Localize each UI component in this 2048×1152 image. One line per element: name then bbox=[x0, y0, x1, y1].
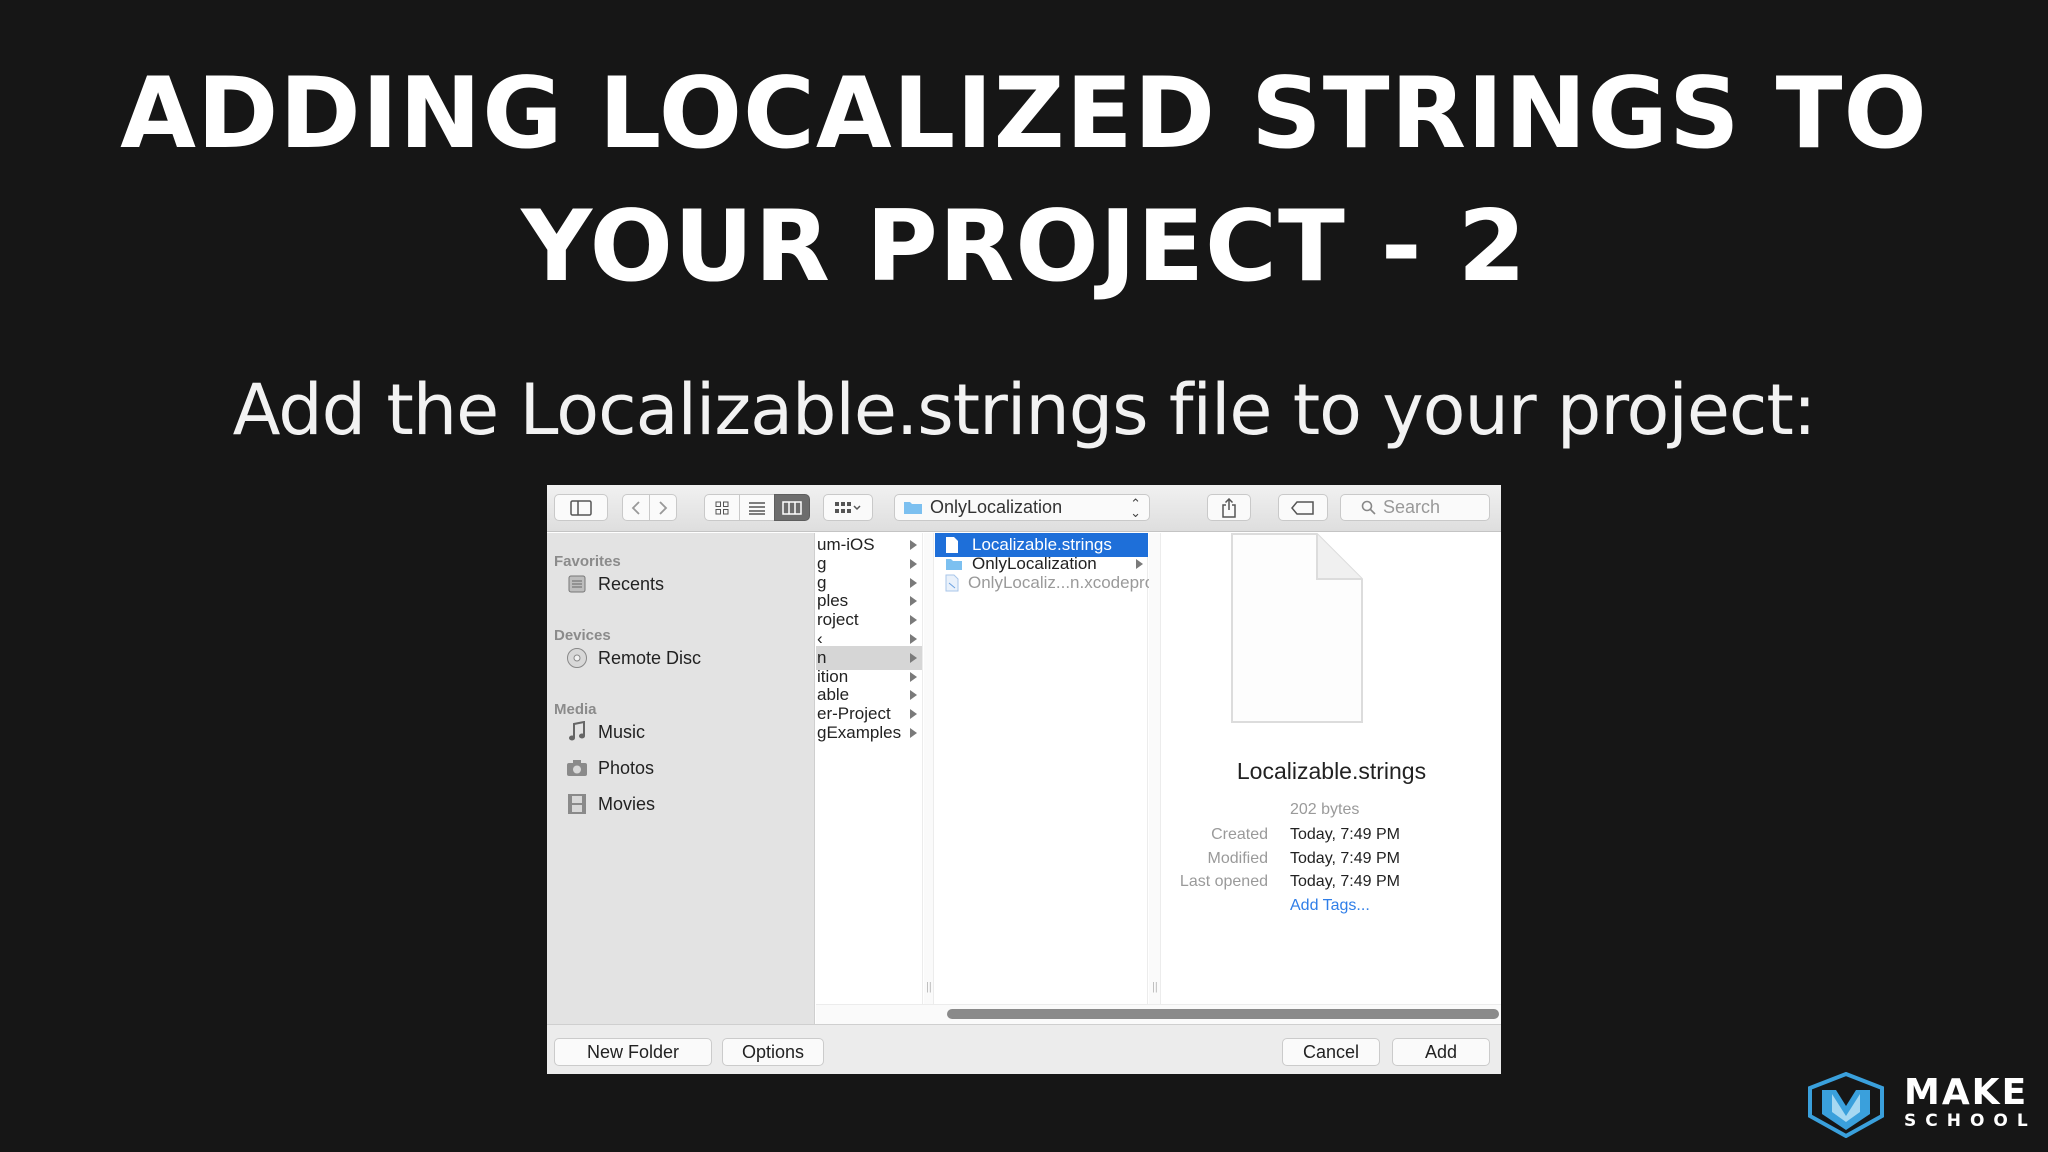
brand-name-line2: SCHOOL bbox=[1904, 1111, 2037, 1131]
disclosure-arrow-icon bbox=[910, 615, 917, 625]
last-opened-label: Last opened bbox=[1179, 873, 1268, 890]
horizontal-scrollbar-thumb[interactable] bbox=[947, 1009, 1499, 1019]
share-icon bbox=[1222, 497, 1236, 518]
sidebar-item-remote-disc[interactable]: Remote Disc bbox=[566, 645, 701, 671]
column-divider[interactable]: || bbox=[1149, 533, 1161, 1023]
disclosure-arrow-icon bbox=[910, 672, 917, 682]
sidebar-item-movies[interactable]: Movies bbox=[566, 791, 655, 817]
forward-button[interactable] bbox=[649, 494, 677, 521]
sidebar-toggle-button[interactable] bbox=[554, 494, 608, 521]
preview-file-size: 202 bytes bbox=[1290, 801, 1360, 818]
cancel-button[interactable]: Cancel bbox=[1282, 1038, 1380, 1066]
brand-name-line1: MAKE bbox=[1904, 1072, 2029, 1113]
share-button[interactable] bbox=[1207, 494, 1251, 521]
list-item[interactable]: OnlyLocaliz...n.xcodeproj bbox=[935, 571, 1158, 595]
sidebar-item-recents[interactable]: Recents bbox=[566, 571, 664, 597]
recents-icon bbox=[566, 573, 588, 595]
xcodeproj-icon bbox=[945, 574, 959, 592]
sidebar-item-label: Movies bbox=[598, 793, 656, 814]
browser-column-1: um-iOS g g ples roject ‹ n ition able er… bbox=[816, 533, 923, 1023]
tags-button[interactable] bbox=[1278, 494, 1328, 521]
group-by-button[interactable] bbox=[823, 494, 873, 521]
disclosure-arrow-icon bbox=[910, 653, 917, 663]
grid-icon bbox=[715, 501, 729, 514]
column-view-button[interactable] bbox=[774, 494, 810, 521]
back-button[interactable] bbox=[622, 494, 650, 521]
music-icon bbox=[566, 721, 588, 743]
list-icon bbox=[749, 501, 765, 515]
slide-title-line2: YOUR PROJECT - 2 bbox=[521, 190, 1527, 304]
last-opened-value: Today, 7:49 PM bbox=[1290, 873, 1400, 890]
open-file-dialog: OnlyLocalization ⌃ ⌄ Search Favorites Rec… bbox=[547, 485, 1501, 1074]
location-popup[interactable]: OnlyLocalization ⌃ ⌄ bbox=[894, 494, 1150, 521]
dialog-toolbar: OnlyLocalization ⌃ ⌄ Search bbox=[547, 485, 1501, 532]
slide-title: ADDING LOCALIZED STRINGS TO YOUR PROJECT… bbox=[0, 48, 2048, 314]
slide-subtitle: Add the Localizable.strings file to your… bbox=[232, 369, 1817, 451]
add-button[interactable]: Add bbox=[1392, 1038, 1490, 1066]
browser-column-2: Localizable.strings OnlyLocalization Onl… bbox=[935, 533, 1158, 1023]
sidebar-item-label: Recents bbox=[598, 573, 665, 594]
document-preview-icon bbox=[1231, 533, 1363, 723]
sidebar-section-favorites: Favorites bbox=[554, 553, 621, 570]
tag-icon bbox=[1291, 500, 1314, 515]
resize-handle-icon: || bbox=[926, 981, 932, 993]
disclosure-arrow-icon bbox=[910, 540, 917, 550]
file-preview-pane: Localizable.strings 202 bytes Created To… bbox=[1162, 533, 1501, 1023]
columns-icon bbox=[782, 500, 802, 515]
disclosure-arrow-icon bbox=[910, 634, 917, 644]
sidebar-item-music[interactable]: Music bbox=[566, 719, 645, 745]
created-label: Created bbox=[1211, 826, 1268, 843]
sidebar-item-label: Photos bbox=[598, 757, 655, 778]
location-label: OnlyLocalization bbox=[930, 497, 1063, 517]
disclosure-arrow-icon bbox=[910, 578, 917, 588]
sidebar-item-label: Music bbox=[598, 721, 646, 742]
new-folder-button[interactable]: New Folder bbox=[554, 1038, 712, 1066]
sidebar-item-label: Remote Disc bbox=[598, 647, 702, 668]
modified-label: Modified bbox=[1207, 850, 1268, 867]
column-divider[interactable]: || bbox=[924, 533, 934, 1023]
modified-value: Today, 7:49 PM bbox=[1290, 850, 1400, 867]
dialog-bottom-bar: New Folder Options Cancel Add bbox=[547, 1024, 1501, 1074]
disc-icon bbox=[566, 647, 588, 669]
chevron-left-icon bbox=[631, 500, 640, 515]
search-placeholder: Search bbox=[1383, 497, 1441, 517]
disclosure-arrow-icon bbox=[910, 709, 917, 719]
sidebar-icon bbox=[570, 499, 592, 516]
disclosure-arrow-icon bbox=[910, 596, 917, 606]
make-school-logo-icon bbox=[1808, 1072, 1884, 1138]
search-icon bbox=[1361, 500, 1376, 515]
disclosure-arrow-icon bbox=[910, 690, 917, 700]
updown-chevron-icon: ⌃ ⌄ bbox=[1130, 496, 1141, 520]
list-item[interactable]: gExamples bbox=[816, 721, 922, 745]
camera-icon bbox=[566, 757, 588, 779]
preview-filename: Localizable.strings bbox=[1236, 758, 1427, 784]
resize-handle-icon: || bbox=[1152, 981, 1158, 993]
created-value: Today, 7:49 PM bbox=[1290, 826, 1400, 843]
options-button[interactable]: Options bbox=[722, 1038, 824, 1066]
group-icon bbox=[835, 501, 861, 513]
chevron-right-icon bbox=[659, 500, 668, 515]
disclosure-arrow-icon bbox=[910, 559, 917, 569]
dialog-sidebar: Favorites Recents Devices Remote Disc Me… bbox=[547, 533, 815, 1025]
sidebar-item-photos[interactable]: Photos bbox=[566, 755, 654, 781]
disclosure-arrow-icon bbox=[910, 728, 917, 738]
search-input[interactable]: Search bbox=[1340, 494, 1490, 521]
disclosure-arrow-icon bbox=[1136, 559, 1143, 569]
icon-view-button[interactable] bbox=[704, 494, 740, 521]
slide-title-line1: ADDING LOCALIZED STRINGS TO bbox=[120, 57, 1928, 171]
add-tags-link[interactable]: Add Tags... bbox=[1290, 897, 1370, 915]
sidebar-section-media: Media bbox=[554, 701, 597, 718]
film-icon bbox=[566, 793, 588, 815]
sidebar-section-devices: Devices bbox=[554, 627, 611, 644]
folder-icon bbox=[904, 502, 922, 514]
list-view-button[interactable] bbox=[739, 494, 775, 521]
